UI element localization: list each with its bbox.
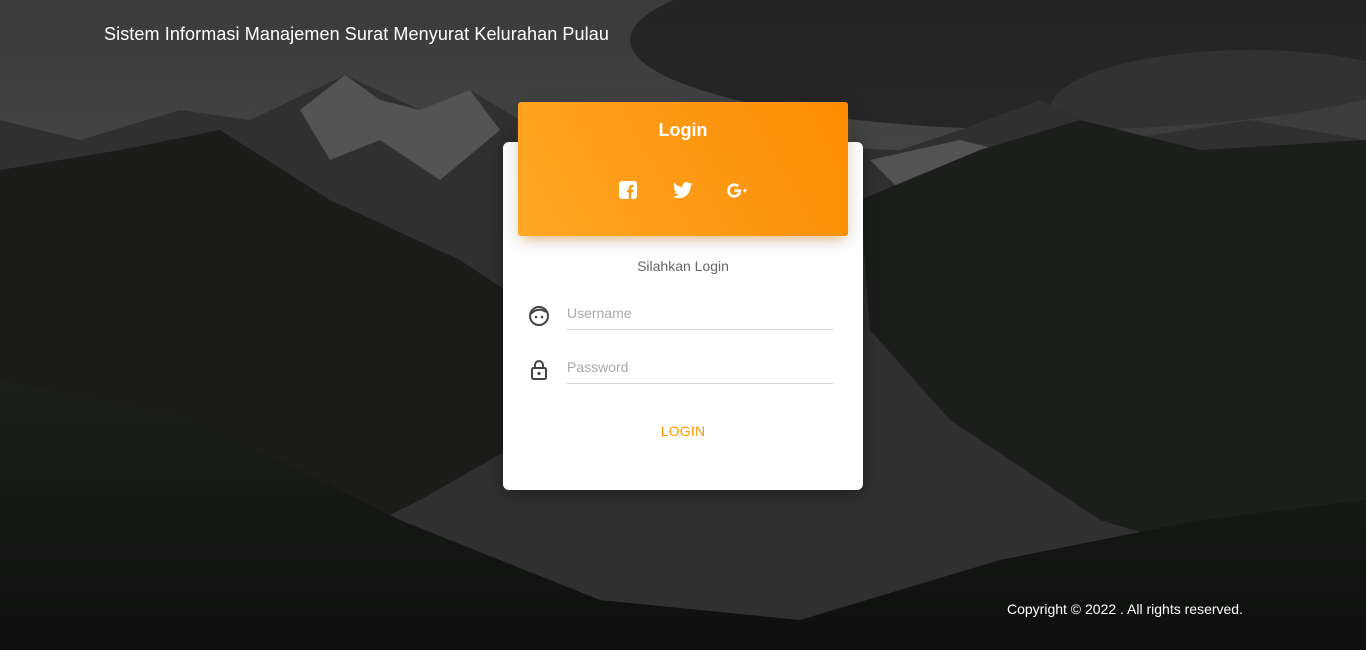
password-input[interactable]: [567, 350, 833, 384]
password-row: [527, 350, 833, 386]
google-plus-icon: [727, 182, 747, 198]
login-title: Login: [658, 120, 708, 140]
login-button[interactable]: LOGIN: [633, 418, 733, 444]
face-icon: [529, 306, 549, 326]
login-card-header: Login: [518, 102, 848, 236]
username-input[interactable]: [567, 296, 833, 330]
facebook-button[interactable]: [617, 178, 640, 202]
app-title[interactable]: Sistem Informasi Manajemen Surat Menyura…: [104, 24, 609, 45]
lock-icon: [531, 360, 547, 380]
login-subtitle: Silahkan Login: [637, 258, 729, 274]
twitter-icon: [673, 181, 693, 198]
username-row: [527, 296, 833, 332]
twitter-button[interactable]: [672, 178, 695, 202]
google-plus-button[interactable]: [727, 178, 750, 202]
social-login-buttons: [518, 178, 848, 202]
footer-copyright: Copyright © 2022 . All rights reserved.: [1007, 601, 1243, 617]
facebook-icon: [619, 181, 637, 199]
